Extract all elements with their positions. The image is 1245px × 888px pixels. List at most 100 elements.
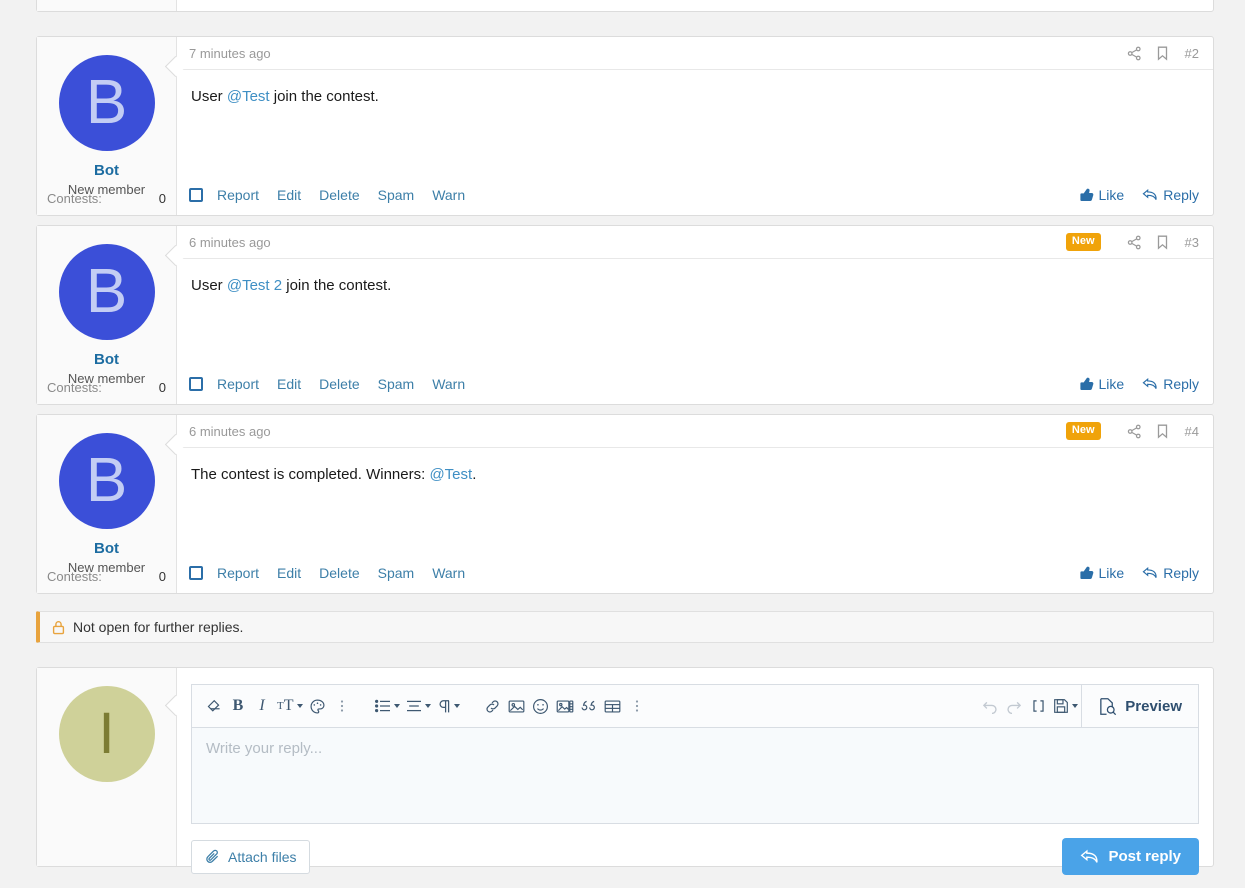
post-4-select-checkbox[interactable] (189, 566, 203, 580)
post-4-author-name[interactable]: Bot (94, 540, 119, 557)
post-4-text-prefix: The contest is completed. Winners: (191, 466, 429, 483)
list-dropdown[interactable] (372, 691, 403, 721)
post-3-like-label: Like (1099, 376, 1125, 392)
reply-editor-user-column: I (37, 668, 177, 866)
reply-editor: I B I TT (36, 667, 1214, 867)
post-3-main: 6 minutes ago New #3 User @Test 2 (177, 226, 1213, 404)
post-3-reply-button[interactable]: Reply (1142, 376, 1199, 392)
image-icon[interactable] (505, 691, 529, 721)
post-3-user-stats: Contests: 0 (47, 380, 166, 395)
thread-locked-notice: Not open for further replies. (36, 611, 1214, 643)
post-4: B Bot New member Contests: 0 6 minutes a… (36, 414, 1214, 594)
post-2-warn-link[interactable]: Warn (432, 187, 465, 203)
post-2-mention[interactable]: @Test (227, 88, 270, 105)
undo-icon[interactable] (978, 691, 1002, 721)
post-3-report-link[interactable]: Report (217, 376, 259, 392)
post-4-number[interactable]: #4 (1185, 424, 1199, 439)
post-reply-button[interactable]: Post reply (1062, 838, 1199, 875)
post-2-spam-link[interactable]: Spam (378, 187, 415, 203)
post-4-timestamp[interactable]: 6 minutes ago (189, 424, 271, 439)
post-4-like-label: Like (1099, 565, 1125, 581)
post-3-reply-label: Reply (1163, 376, 1199, 392)
avatar[interactable]: B (59, 244, 155, 340)
link-icon[interactable] (481, 691, 505, 721)
post-3-user-column: B Bot New member Contests: 0 (37, 226, 177, 404)
post-3-number[interactable]: #3 (1185, 235, 1199, 250)
post-3-like-button[interactable]: Like (1080, 376, 1125, 392)
table-icon[interactable] (601, 691, 625, 721)
align-dropdown[interactable] (403, 691, 434, 721)
post-4-body: The contest is completed. Winners: @Test… (177, 448, 1213, 553)
post-2-delete-link[interactable]: Delete (319, 187, 359, 203)
preview-button[interactable]: Preview (1081, 685, 1198, 728)
post-4-spam-link[interactable]: Spam (378, 565, 415, 581)
bookmark-icon[interactable] (1156, 235, 1169, 250)
post-2-select-checkbox[interactable] (189, 188, 203, 202)
media-icon[interactable] (553, 691, 577, 721)
post-3-warn-link[interactable]: Warn (432, 376, 465, 392)
post-3-text-prefix: User (191, 277, 227, 294)
forum-thread-page: Contests: 1 B Bot New member Contests: 0… (0, 0, 1245, 888)
post-2-author-name[interactable]: Bot (94, 162, 119, 179)
save-draft-dropdown[interactable] (1050, 691, 1081, 721)
italic-icon[interactable]: I (250, 691, 274, 721)
post-4-reply-button[interactable]: Reply (1142, 565, 1199, 581)
bookmark-icon[interactable] (1156, 424, 1169, 439)
post-4-main: 6 minutes ago New #4 The contest i (177, 415, 1213, 593)
post-3-author-name[interactable]: Bot (94, 351, 119, 368)
post-4-delete-link[interactable]: Delete (319, 565, 359, 581)
post-3: B Bot New member Contests: 0 6 minutes a… (36, 225, 1214, 405)
previous-post-partial: Contests: 1 (36, 0, 1214, 12)
post-4-mention[interactable]: @Test (429, 466, 472, 483)
editor-toolbar: B I TT (191, 684, 1199, 727)
post-4-header: 6 minutes ago New #4 (177, 415, 1213, 448)
reply-textarea[interactable]: Write your reply... (191, 727, 1199, 824)
post-2-reply-label: Reply (1163, 187, 1199, 203)
post-2-report-link[interactable]: Report (217, 187, 259, 203)
code-brackets-icon[interactable] (1026, 691, 1050, 721)
avatar[interactable]: B (59, 55, 155, 151)
attach-files-button[interactable]: Attach files (191, 840, 310, 874)
post-2-stat-value: 0 (159, 191, 166, 206)
share-icon[interactable] (1127, 235, 1142, 250)
post-2-text-prefix: User (191, 88, 227, 105)
paragraph-dropdown[interactable] (434, 691, 463, 721)
previous-post-stat-value: 1 (159, 0, 166, 1)
post-2-timestamp[interactable]: 7 minutes ago (189, 46, 271, 61)
post-3-delete-link[interactable]: Delete (319, 376, 359, 392)
redo-icon[interactable] (1002, 691, 1026, 721)
post-3-spam-link[interactable]: Spam (378, 376, 415, 392)
reply-placeholder: Write your reply... (206, 740, 322, 757)
post-3-timestamp[interactable]: 6 minutes ago (189, 235, 271, 250)
post-4-warn-link[interactable]: Warn (432, 565, 465, 581)
text-color-icon[interactable] (306, 691, 330, 721)
font-size-dropdown[interactable]: TT (274, 691, 306, 721)
post-2-like-button[interactable]: Like (1080, 187, 1125, 203)
remove-formatting-icon[interactable] (202, 691, 226, 721)
bookmark-icon[interactable] (1156, 46, 1169, 61)
quote-icon[interactable] (577, 691, 601, 721)
post-4-stat-label: Contests: (47, 569, 102, 584)
post-3-edit-link[interactable]: Edit (277, 376, 301, 392)
emoji-icon[interactable] (529, 691, 553, 721)
post-2-edit-link[interactable]: Edit (277, 187, 301, 203)
more-text-options-icon[interactable] (330, 691, 354, 721)
post-2-reply-button[interactable]: Reply (1142, 187, 1199, 203)
post-4-edit-link[interactable]: Edit (277, 565, 301, 581)
share-icon[interactable] (1127, 424, 1142, 439)
post-2-user-column: B Bot New member Contests: 0 (37, 37, 177, 215)
post-4-stat-value: 0 (159, 569, 166, 584)
lock-icon (52, 620, 65, 635)
post-2-number[interactable]: #2 (1185, 46, 1199, 61)
share-icon[interactable] (1127, 46, 1142, 61)
post-4-like-button[interactable]: Like (1080, 565, 1125, 581)
post-4-report-link[interactable]: Report (217, 565, 259, 581)
bold-icon[interactable]: B (226, 691, 250, 721)
post-3-mention[interactable]: @Test 2 (227, 277, 282, 294)
avatar[interactable]: I (59, 686, 155, 782)
more-insert-options-icon[interactable] (625, 691, 649, 721)
avatar[interactable]: B (59, 433, 155, 529)
post-4-user-column: B Bot New member Contests: 0 (37, 415, 177, 593)
post-3-select-checkbox[interactable] (189, 377, 203, 391)
editor-bottom-bar: Attach files Post reply (191, 838, 1199, 875)
